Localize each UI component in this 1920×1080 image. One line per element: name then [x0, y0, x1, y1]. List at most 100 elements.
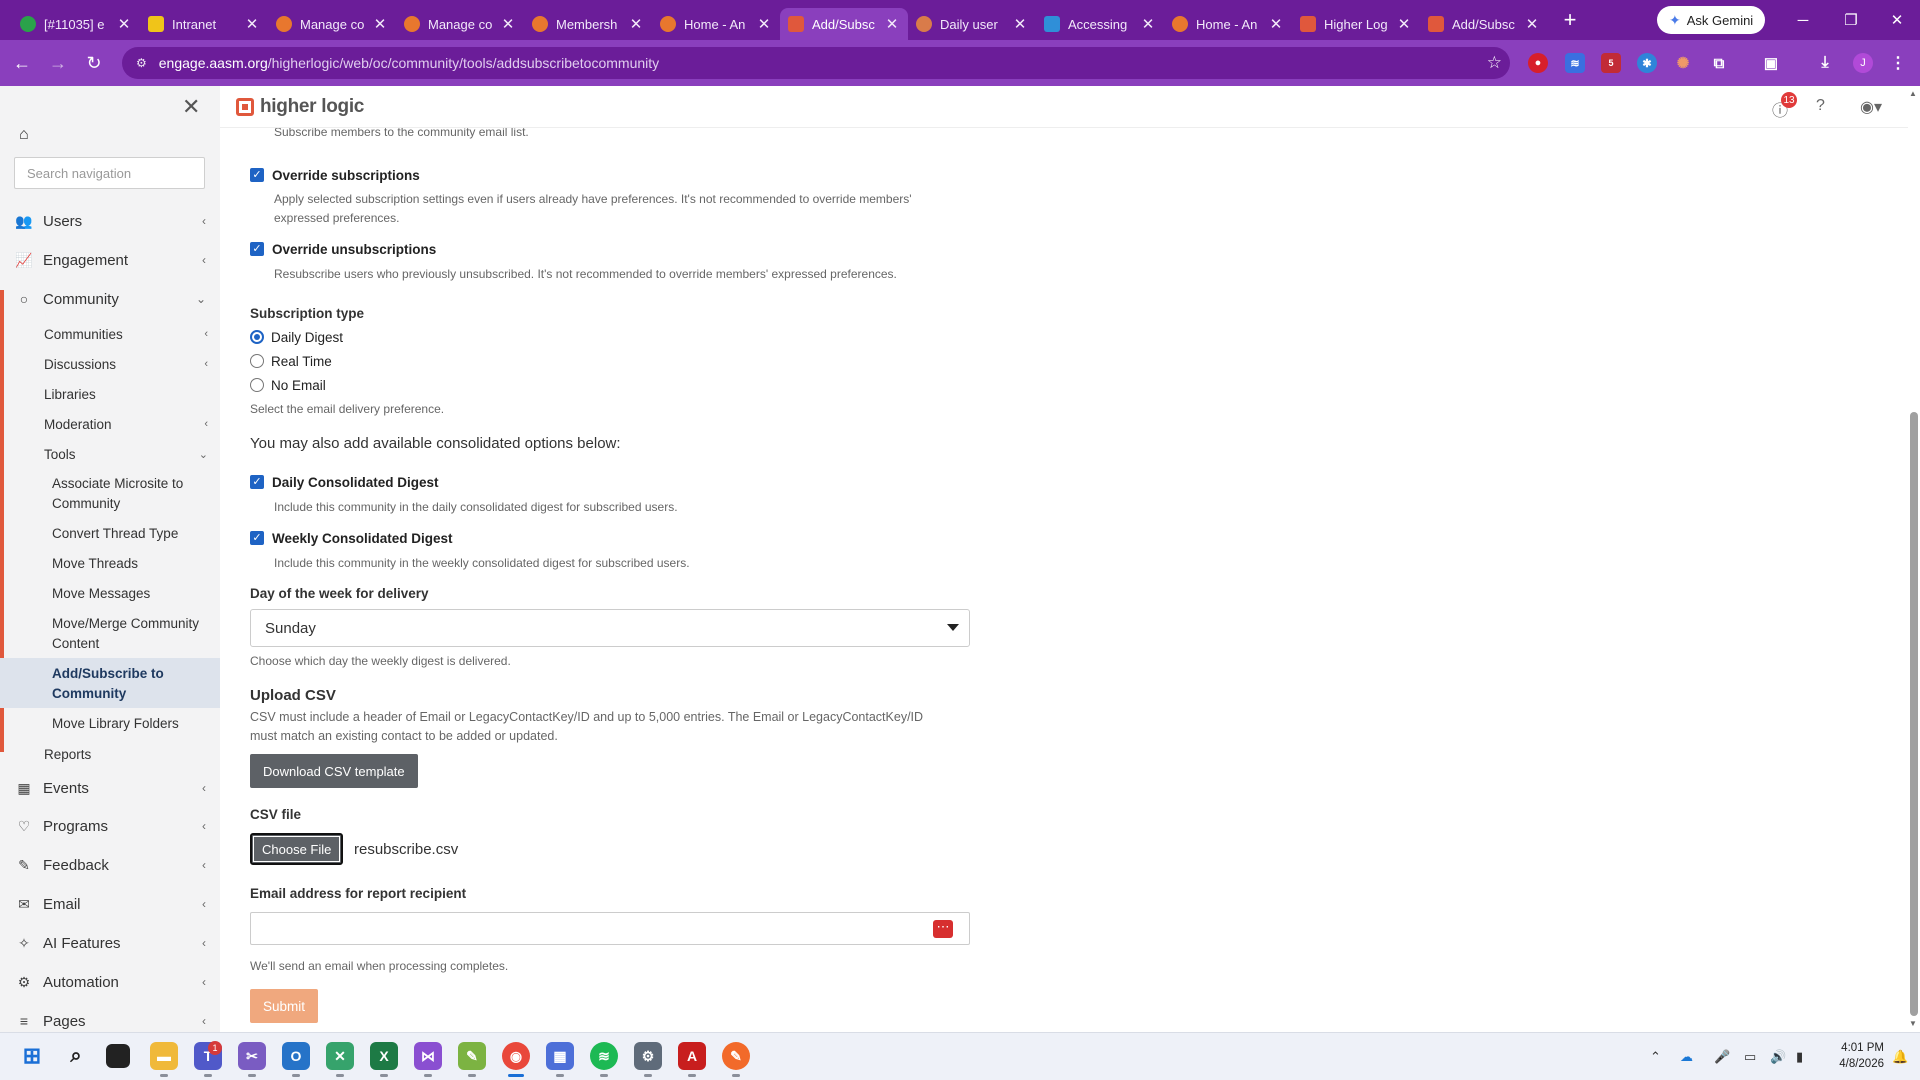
- browser-tab[interactable]: Add/Subsc ✕: [1420, 8, 1548, 40]
- sidebar-item-libraries[interactable]: Libraries: [44, 384, 214, 404]
- sidebar-item-moderation[interactable]: Moderation ‹: [44, 414, 214, 434]
- window-close-icon[interactable]: ✕: [1874, 0, 1920, 40]
- visual-studio-icon[interactable]: ⋈: [414, 1042, 442, 1077]
- ask-gemini-button[interactable]: ✦ Ask Gemini: [1657, 6, 1766, 34]
- outlook-icon[interactable]: O: [282, 1042, 310, 1077]
- real-time-radio[interactable]: [250, 354, 264, 368]
- home-icon[interactable]: ⌂: [19, 126, 29, 144]
- submit-button[interactable]: Submit: [250, 989, 319, 1023]
- sidebar-item-users[interactable]: 👥 Users ‹: [0, 206, 220, 236]
- browser-tab[interactable]: Intranet ✕: [140, 8, 268, 40]
- close-icon[interactable]: ✕: [628, 15, 644, 33]
- browser-tab[interactable]: Daily user ✕: [908, 8, 1036, 40]
- sidebar-item-pages[interactable]: ≡ Pages ‹: [0, 1006, 220, 1032]
- sidebar-item-move-merge-content[interactable]: Move/Merge Community Content: [52, 614, 202, 654]
- store-app-icon[interactable]: ▦: [546, 1042, 574, 1077]
- browser-tab[interactable]: [#11035] e ✕: [12, 8, 140, 40]
- windows-start-icon[interactable]: ⊞: [18, 1042, 46, 1070]
- browser-tab[interactable]: Accessing ✕: [1036, 8, 1164, 40]
- browser-tab[interactable]: Home - An ✕: [652, 8, 780, 40]
- acrobat-icon[interactable]: A: [678, 1042, 706, 1077]
- sidebar-item-associate-microsite[interactable]: Associate Microsite to Community: [52, 474, 202, 514]
- sidebar-item-tools[interactable]: Tools ⌄: [44, 444, 214, 464]
- side-panel-icon[interactable]: ▣: [1761, 53, 1781, 73]
- close-sidebar-icon[interactable]: ✕: [182, 94, 200, 120]
- network-icon[interactable]: ▭: [1744, 1049, 1756, 1065]
- browser-tab-active[interactable]: Add/Subsc ✕: [780, 8, 908, 40]
- extensions-puzzle-icon[interactable]: ⧉: [1709, 53, 1729, 73]
- chrome-icon[interactable]: ◉: [502, 1042, 530, 1077]
- restore-icon[interactable]: ❐: [1828, 0, 1874, 40]
- download-csv-template-button[interactable]: Download CSV template: [250, 754, 418, 788]
- browser-tab[interactable]: Manage co ✕: [396, 8, 524, 40]
- user-account-icon[interactable]: ◉▾: [1860, 97, 1882, 117]
- sidebar-item-reports[interactable]: Reports: [44, 744, 214, 764]
- file-explorer-icon[interactable]: ▬: [150, 1042, 178, 1077]
- report-email-input[interactable]: ⋯: [250, 912, 970, 945]
- browser-tab[interactable]: Manage co ✕: [268, 8, 396, 40]
- help-icon[interactable]: ?: [1816, 97, 1825, 115]
- extension-translate-icon[interactable]: ≋: [1565, 53, 1585, 73]
- extension-blue-icon[interactable]: ✱: [1637, 53, 1657, 73]
- override-subscriptions-checkbox[interactable]: ✓: [250, 168, 264, 182]
- minimize-icon[interactable]: ─: [1780, 0, 1826, 40]
- download-icon[interactable]: ⤓: [1815, 53, 1835, 73]
- browser-tab[interactable]: Home - An ✕: [1164, 8, 1292, 40]
- notification-bell-icon[interactable]: 🔔: [1892, 1049, 1908, 1065]
- scroll-up-arrow-icon[interactable]: ▲: [1909, 89, 1917, 98]
- site-settings-icon[interactable]: ⚙: [136, 56, 147, 70]
- spotify-icon[interactable]: ≋: [590, 1042, 618, 1077]
- higher-logic-logo[interactable]: higher logic: [236, 96, 364, 118]
- weekly-consolidated-checkbox[interactable]: ✓: [250, 531, 264, 545]
- clock-time[interactable]: 4:01 PM: [1820, 1042, 1884, 1054]
- daily-consolidated-checkbox[interactable]: ✓: [250, 475, 264, 489]
- sidebar-item-move-library-folders[interactable]: Move Library Folders: [52, 714, 202, 734]
- sidebar-item-automation[interactable]: ⚙ Automation ‹: [0, 967, 220, 997]
- delivery-day-select[interactable]: Sunday: [250, 609, 970, 647]
- sidebar-item-feedback[interactable]: ✎ Feedback ‹: [0, 850, 220, 880]
- password-manager-icon[interactable]: ⋯: [933, 920, 953, 938]
- scrollbar-thumb[interactable]: [1910, 412, 1918, 1016]
- extension-red-icon[interactable]: ●: [1528, 53, 1548, 73]
- sidebar-item-programs[interactable]: ♡ Programs ‹: [0, 811, 220, 841]
- close-icon[interactable]: ✕: [756, 15, 772, 33]
- search-navigation-input[interactable]: [14, 157, 205, 189]
- tray-chevron-up-icon[interactable]: ⌃: [1650, 1049, 1661, 1065]
- sidebar-item-communities[interactable]: Communities ‹: [44, 324, 214, 344]
- close-icon[interactable]: ✕: [372, 15, 388, 33]
- sidebar-item-email[interactable]: ✉ Email ‹: [0, 889, 220, 919]
- close-icon[interactable]: ✕: [244, 15, 260, 33]
- new-tab-plus-icon[interactable]: +: [1554, 7, 1586, 33]
- bookmark-star-icon[interactable]: ☆: [1487, 53, 1502, 73]
- close-icon[interactable]: ✕: [1524, 15, 1540, 33]
- extension-badge-icon[interactable]: 5: [1601, 53, 1621, 73]
- back-arrow-icon[interactable]: ←: [4, 45, 40, 81]
- close-icon[interactable]: ✕: [500, 15, 516, 33]
- battery-icon[interactable]: ▮: [1796, 1049, 1803, 1065]
- choose-file-button[interactable]: Choose File: [250, 833, 344, 865]
- browser-tab[interactable]: Higher Log ✕: [1292, 8, 1420, 40]
- close-icon[interactable]: ✕: [1012, 15, 1028, 33]
- microphone-icon[interactable]: 🎤: [1714, 1049, 1730, 1065]
- search-icon[interactable]: ⌕: [62, 1042, 90, 1070]
- close-icon[interactable]: ✕: [1268, 15, 1284, 33]
- snipping-tool-icon[interactable]: ✂: [238, 1042, 266, 1077]
- browser-tab[interactable]: Membersh ✕: [524, 8, 652, 40]
- volume-icon[interactable]: 🔊: [1770, 1049, 1786, 1065]
- sidebar-item-move-messages[interactable]: Move Messages: [52, 584, 202, 604]
- sidebar-item-discussions[interactable]: Discussions ‹: [44, 354, 214, 374]
- app-green-icon[interactable]: ✕: [326, 1042, 354, 1077]
- sidebar-item-convert-thread-type[interactable]: Convert Thread Type: [52, 524, 202, 544]
- override-unsubscriptions-checkbox[interactable]: ✓: [250, 242, 264, 256]
- browser-menu-icon[interactable]: ⋮: [1888, 53, 1908, 73]
- close-icon[interactable]: ✕: [1396, 15, 1412, 33]
- close-icon[interactable]: ✕: [884, 15, 900, 33]
- no-email-radio[interactable]: [250, 378, 264, 392]
- app-orange-icon[interactable]: ✎: [722, 1042, 750, 1077]
- sidebar-item-community[interactable]: ○ Community ⌄: [0, 284, 220, 314]
- address-bar[interactable]: ⚙ engage.aasm.org/higherlogic/web/oc/com…: [122, 47, 1510, 79]
- notepad-icon[interactable]: ✎: [458, 1042, 486, 1077]
- profile-avatar[interactable]: J: [1853, 53, 1873, 73]
- excel-icon[interactable]: X: [370, 1042, 398, 1077]
- daily-digest-radio[interactable]: [250, 330, 264, 344]
